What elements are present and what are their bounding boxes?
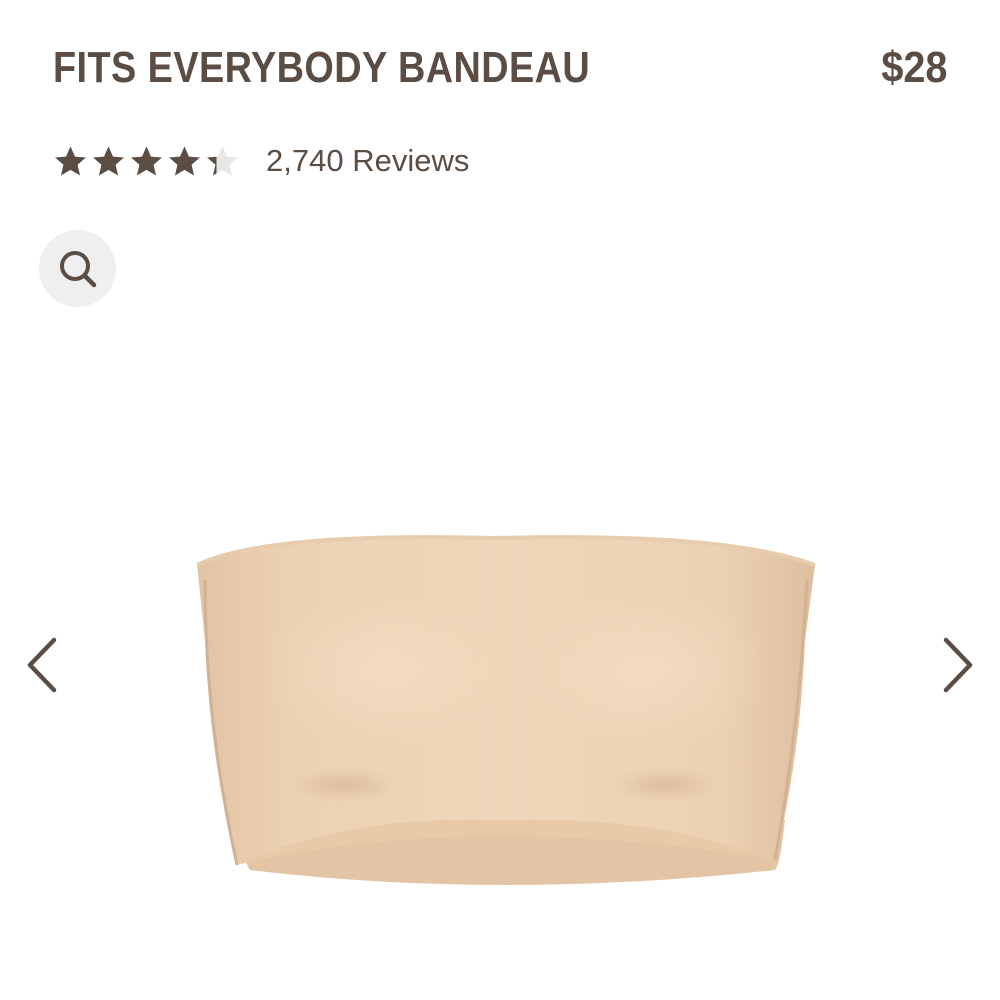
star-icon xyxy=(55,145,86,176)
search-icon xyxy=(59,250,96,287)
chevron-right-icon xyxy=(943,637,973,693)
star-icon xyxy=(93,145,124,176)
star-icon xyxy=(169,145,200,176)
carousel-next-button[interactable] xyxy=(938,635,978,695)
product-price: $28 xyxy=(880,43,947,92)
star-rating xyxy=(52,143,242,180)
chevron-left-icon xyxy=(27,637,57,693)
rating-row[interactable]: 2,740 Reviews xyxy=(52,138,469,184)
star-icon xyxy=(131,145,162,176)
product-title: FITS EVERYBODY BANDEAU xyxy=(53,43,591,92)
carousel-prev-button[interactable] xyxy=(22,635,62,695)
product-image[interactable] xyxy=(185,520,825,900)
zoom-button[interactable] xyxy=(39,230,116,307)
star-icon xyxy=(207,145,238,176)
review-count-link[interactable]: 2,740 Reviews xyxy=(266,143,469,179)
